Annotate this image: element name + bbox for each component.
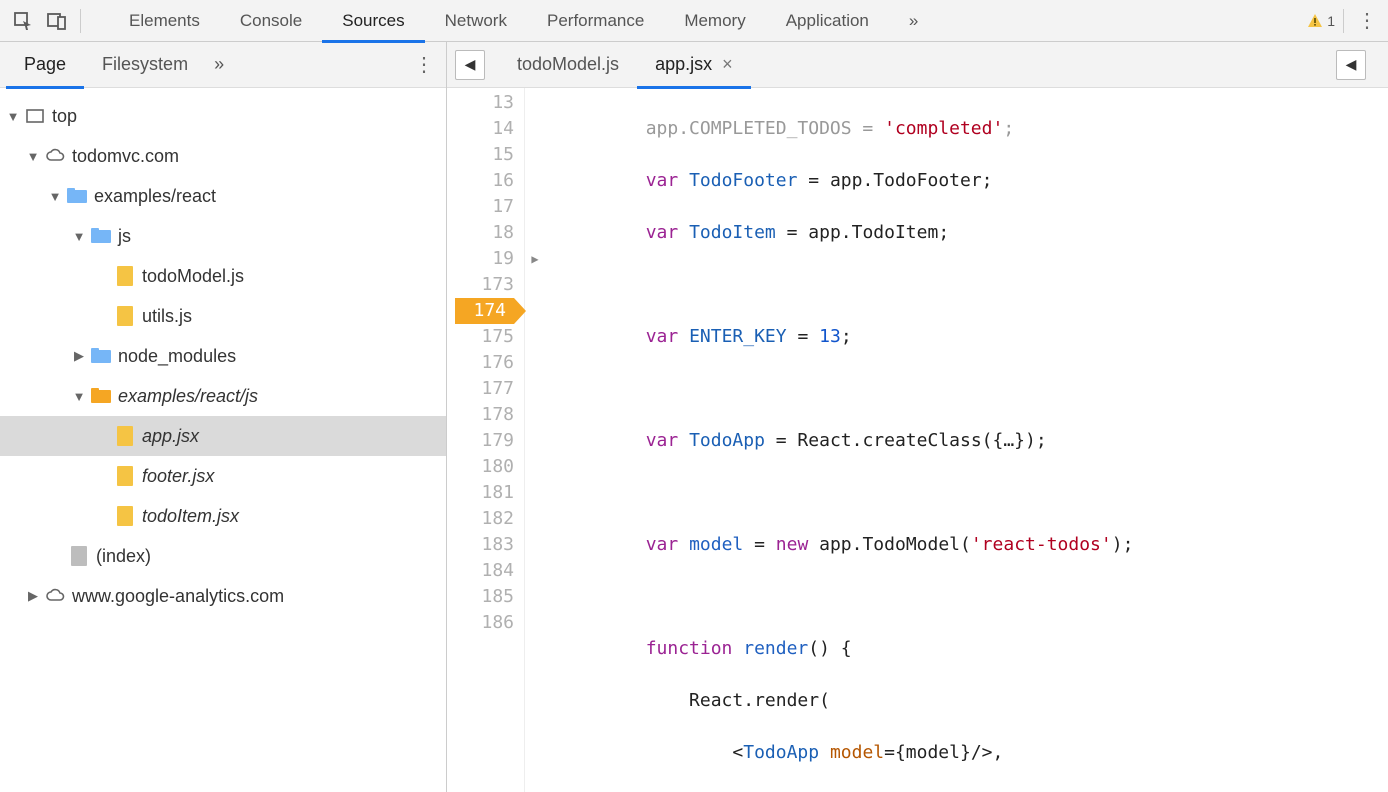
main-tabs: Elements Console Sources Network Perform… (109, 0, 938, 42)
breakpoint-marker[interactable]: 174 (455, 298, 514, 324)
tree-folder-examples[interactable]: examples/react (0, 176, 446, 216)
warning-count: 1 (1327, 13, 1335, 29)
line-gutter[interactable]: 13 14 15 16 17 18 19 173 174 175 176 177… (447, 88, 525, 792)
inspect-icon[interactable] (6, 3, 40, 39)
device-toggle-icon[interactable] (40, 3, 74, 39)
cloud-icon (44, 585, 66, 607)
toggle-debugger-button[interactable]: ◀ (1336, 50, 1366, 80)
cloud-icon (44, 145, 66, 167)
navigator-sidebar: Page Filesystem » ⋮ top todomvc.com exam… (0, 42, 447, 792)
sidebar-tab-page[interactable]: Page (6, 42, 84, 88)
tree-file-footer-jsx[interactable]: footer.jsx (0, 456, 446, 496)
tab-console[interactable]: Console (220, 0, 322, 42)
close-icon[interactable]: × (722, 54, 733, 75)
nav-back-button[interactable]: ◀ (455, 50, 485, 80)
file-icon (114, 305, 136, 327)
warning-badge[interactable]: 1 (1299, 9, 1344, 33)
folder-icon (66, 185, 88, 207)
sidebar-tab-filesystem[interactable]: Filesystem (84, 42, 206, 88)
document-icon (68, 545, 90, 567)
devtools-toolbar: Elements Console Sources Network Perform… (0, 0, 1388, 42)
tree-folder-node-modules[interactable]: node_modules (0, 336, 446, 376)
editor-pane: ◀ todoModel.js app.jsx× ◀ 13 14 15 16 17… (447, 42, 1388, 792)
tree-domain-ga[interactable]: www.google-analytics.com (0, 576, 446, 616)
editor-tabs: ◀ todoModel.js app.jsx× ◀ (447, 42, 1388, 88)
fold-gutter[interactable]: ▶ (525, 88, 545, 792)
tree-file-todomodel[interactable]: todoModel.js (0, 256, 446, 296)
file-icon (114, 505, 136, 527)
tree-file-app-jsx[interactable]: app.jsx (0, 416, 446, 456)
tab-application[interactable]: Application (766, 0, 889, 42)
settings-kebab-icon[interactable]: ⋮ (1352, 8, 1382, 33)
code-editor[interactable]: 13 14 15 16 17 18 19 173 174 175 176 177… (447, 88, 1388, 792)
folder-icon (90, 385, 112, 407)
sidebar-tabs: Page Filesystem » ⋮ (0, 42, 446, 88)
frame-icon (24, 105, 46, 127)
folder-icon (90, 225, 112, 247)
tree-file-todoitem-jsx[interactable]: todoItem.jsx (0, 496, 446, 536)
sidebar-kebab-icon[interactable]: ⋮ (414, 52, 434, 77)
tab-performance[interactable]: Performance (527, 0, 664, 42)
editor-tab-app-jsx[interactable]: app.jsx× (637, 42, 751, 88)
chevron-left-icon: ◀ (1346, 56, 1357, 73)
tree-file-utils[interactable]: utils.js (0, 296, 446, 336)
tabs-overflow[interactable]: » (889, 0, 938, 42)
file-icon (114, 265, 136, 287)
file-tree: top todomvc.com examples/react js todoMo… (0, 88, 446, 792)
chevron-left-icon: ◀ (465, 56, 476, 73)
code-content[interactable]: app.COMPLETED_TODOS = 'completed'; var T… (545, 88, 1388, 792)
fold-toggle-icon[interactable]: ▶ (525, 246, 545, 272)
sidebar-more[interactable]: » (214, 54, 224, 75)
tab-sources[interactable]: Sources (322, 0, 424, 42)
editor-tab-todomodel[interactable]: todoModel.js (499, 42, 637, 88)
tab-network[interactable]: Network (425, 0, 527, 42)
tree-folder-sourcemap[interactable]: examples/react/js (0, 376, 446, 416)
tree-folder-js[interactable]: js (0, 216, 446, 256)
tree-domain-todomvc[interactable]: todomvc.com (0, 136, 446, 176)
folder-icon (90, 345, 112, 367)
tree-file-index[interactable]: (index) (0, 536, 446, 576)
file-icon (114, 425, 136, 447)
tree-top[interactable]: top (0, 96, 446, 136)
tab-memory[interactable]: Memory (664, 0, 765, 42)
tab-elements[interactable]: Elements (109, 0, 220, 42)
file-icon (114, 465, 136, 487)
